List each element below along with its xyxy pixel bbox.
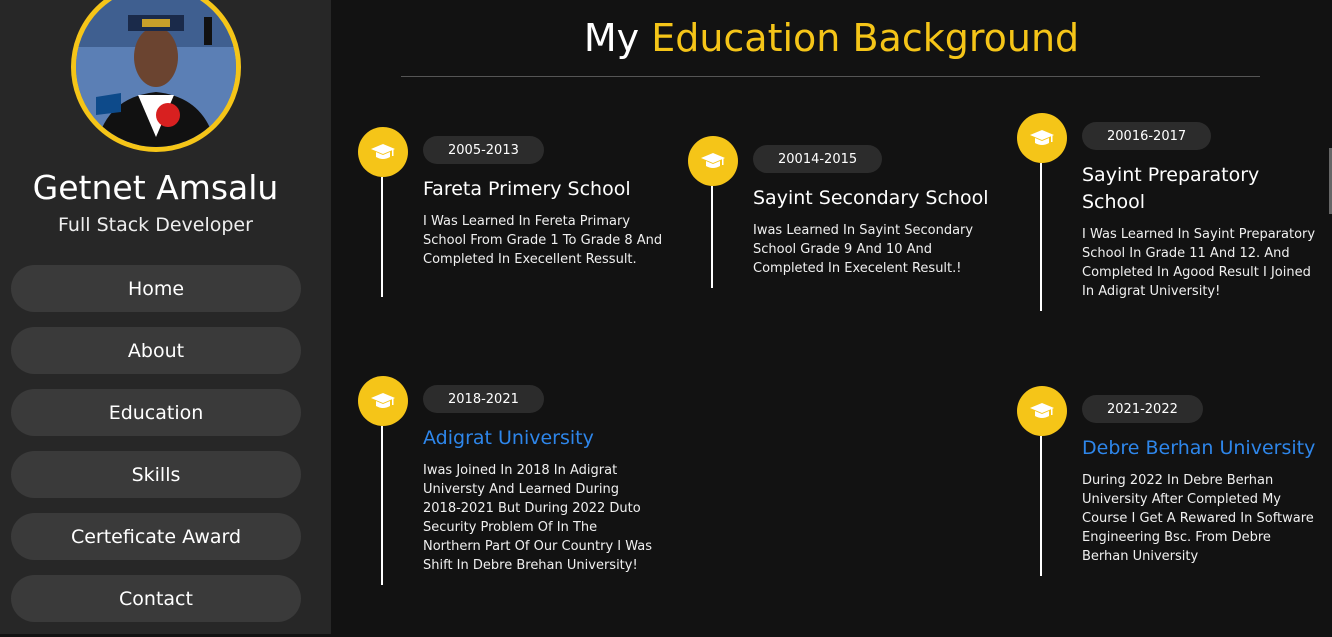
- years-badge: 20014-2015: [753, 145, 883, 173]
- timeline-line: [711, 186, 713, 288]
- school-description: Iwas Joined In 2018 In Adigrat Universty…: [423, 463, 653, 573]
- timeline-line: [381, 426, 383, 585]
- school-name: Fareta Primery School: [423, 178, 631, 200]
- page-title: My Education Background: [331, 16, 1332, 60]
- timeline-line: [1040, 163, 1042, 311]
- education-entry: 20014-2015 Sayint Secondary School Iwas …: [688, 136, 989, 296]
- timeline-line: [1040, 436, 1042, 576]
- profile-photo: [76, 0, 236, 147]
- profile-role: Full Stack Developer: [58, 214, 253, 236]
- graduation-cap-icon: [358, 127, 408, 177]
- graduation-cap-icon: [1017, 386, 1067, 436]
- years-badge: 20016-2017: [1082, 122, 1212, 150]
- education-section: My Education Background 2005-2013 Fareta…: [331, 0, 1332, 634]
- years-badge: 2018-2021: [423, 385, 544, 413]
- nav-education-button[interactable]: Education: [11, 389, 301, 436]
- graduation-cap-icon: [688, 136, 738, 186]
- nav-contact-button[interactable]: Contact: [11, 575, 301, 622]
- nav-certificate-award-button[interactable]: Certeficate Award: [11, 513, 301, 560]
- school-description: I Was Learned In Sayint Preparatory Scho…: [1082, 227, 1316, 299]
- education-entry: 20016-2017 Sayint Preparatory School I W…: [1017, 113, 1317, 313]
- nav-about-button[interactable]: About: [11, 327, 301, 374]
- nav-skills-button[interactable]: Skills: [11, 451, 301, 498]
- timeline-line: [381, 177, 383, 297]
- school-description: During 2022 In Debre Berhan University A…: [1082, 473, 1314, 564]
- education-entry: 2018-2021 Adigrat University Iwas Joined…: [358, 376, 658, 586]
- nav-home-button[interactable]: Home: [11, 265, 301, 312]
- page-title-prefix: My: [583, 16, 640, 60]
- school-description: I Was Learned In Fereta Primary School F…: [423, 214, 663, 267]
- main-nav: Home About Education Skills Certeficate …: [11, 265, 301, 637]
- page-title-accent: Education Background: [651, 16, 1080, 60]
- graduation-cap-icon: [358, 376, 408, 426]
- profile-name: Getnet Amsalu: [32, 168, 279, 207]
- school-name-link[interactable]: Debre Berhan University: [1082, 435, 1322, 462]
- years-badge: 2005-2013: [423, 136, 544, 164]
- school-name-link[interactable]: Adigrat University: [423, 425, 663, 452]
- education-entry: 2021-2022 Debre Berhan University During…: [1017, 386, 1317, 581]
- years-badge: 2021-2022: [1082, 395, 1203, 423]
- school-name: Sayint Preparatory School: [1082, 164, 1260, 213]
- title-divider: [401, 76, 1260, 77]
- school-name: Sayint Secondary School: [753, 187, 989, 209]
- avatar: [71, 0, 241, 152]
- sidebar: Getnet Amsalu Full Stack Developer Home …: [0, 0, 331, 634]
- school-description: Iwas Learned In Sayint Secondary School …: [753, 223, 974, 276]
- education-entry: 2005-2013 Fareta Primery School I Was Le…: [358, 127, 662, 302]
- graduation-cap-icon: [1017, 113, 1067, 163]
